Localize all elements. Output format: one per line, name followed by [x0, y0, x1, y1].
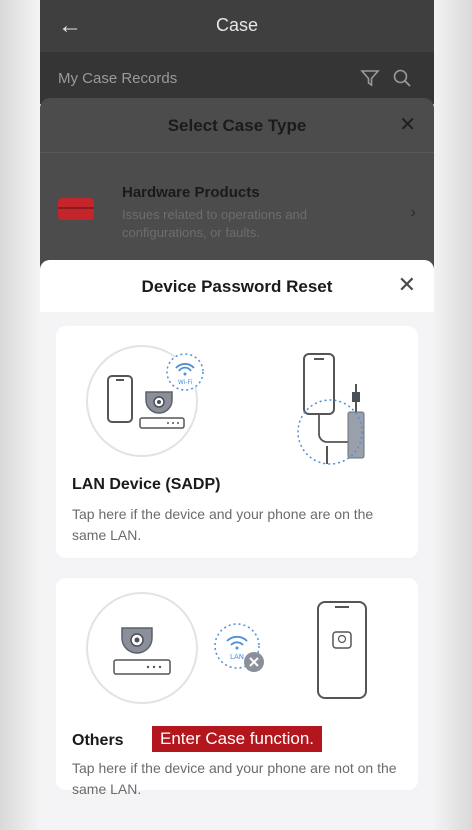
- close-icon[interactable]: ✕: [398, 272, 416, 298]
- others-illustration: LAN: [86, 592, 367, 704]
- page-title: Case: [215, 15, 259, 35]
- device-password-reset-sheet: Device Password Reset ✕ Wi-Fi LAN Device…: [40, 260, 434, 830]
- lan-device-illustration: Wi-Fi: [86, 345, 365, 465]
- select-case-type-sheet: Select Case Type ✕ Hardware Products Iss…: [40, 98, 434, 268]
- select-case-type-title: Select Case Type: [167, 116, 307, 135]
- background-right: [432, 0, 472, 830]
- others-option[interactable]: LAN Others Enter Case function. Tap here…: [56, 578, 418, 797]
- search-icon[interactable]: [392, 68, 412, 88]
- lan-badge-label: LAN: [230, 653, 244, 661]
- device-password-reset-title: Device Password Reset: [141, 277, 333, 296]
- phone-screen: ← Case My Case Records Select Case Type …: [40, 0, 434, 830]
- device-password-reset-header: Device Password Reset ✕: [40, 260, 434, 312]
- lan-device-title: LAN Device (SADP): [72, 476, 221, 493]
- select-case-type-header: Select Case Type ✕: [40, 98, 434, 153]
- hardware-products-title: Hardware Products: [122, 184, 260, 201]
- case-records-bar: My Case Records: [40, 52, 434, 104]
- case-records-label: My Case Records: [58, 70, 178, 87]
- lan-device-option[interactable]: Wi-Fi LAN Device (SADP) Tap here if the …: [56, 326, 418, 558]
- background-left: [0, 0, 40, 830]
- close-icon[interactable]: ✕: [399, 112, 416, 137]
- tutorial-tooltip: Enter Case function.: [152, 726, 323, 752]
- hardware-products-item[interactable]: Hardware Products Issues related to oper…: [58, 180, 416, 240]
- wifi-badge-label: Wi-Fi: [178, 379, 193, 386]
- filter-icon[interactable]: [360, 68, 380, 88]
- chevron-right-icon: ›: [410, 204, 416, 221]
- others-title: Others: [72, 732, 124, 749]
- hardware-products-description: Issues related to operations and configu…: [122, 207, 308, 240]
- others-description: Tap here if the device and your phone ar…: [72, 760, 397, 797]
- hardware-device-icon: [58, 198, 94, 220]
- lan-device-description: Tap here if the device and your phone ar…: [72, 506, 374, 543]
- top-bar: ← Case: [40, 0, 434, 52]
